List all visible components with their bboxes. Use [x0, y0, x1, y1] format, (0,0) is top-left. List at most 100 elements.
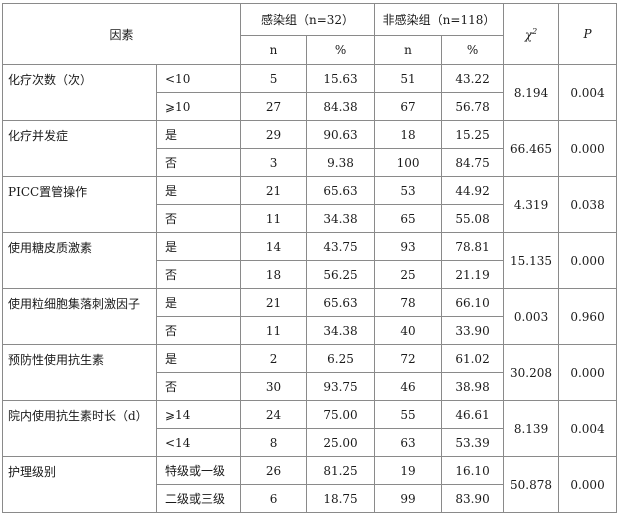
header-infected-n: n: [240, 35, 308, 65]
infected-pct-cell: 15.63: [306, 64, 376, 93]
infected-n-cell: 3: [240, 148, 308, 177]
uninfected-n-cell: 53: [374, 176, 443, 205]
infected-pct-cell: 9.38: [306, 148, 376, 177]
level-cell: 二级或三级: [155, 484, 242, 513]
header-uninfected-pct: %: [441, 35, 505, 65]
header-uninfected-group: 非感染组（n=118）: [374, 3, 505, 36]
uninfected-pct-cell: 53.39: [441, 428, 505, 457]
infected-n-cell: 30: [240, 372, 308, 401]
p-value-cell: 0.000: [558, 120, 618, 177]
factor-cell: PICC置管操作: [2, 176, 157, 233]
chi-superscript: 2: [532, 26, 538, 36]
infected-n-cell: 6: [240, 484, 308, 513]
table-row: 化疗并发症是 29 90.63 18 15.25 66.465 0.000: [2, 120, 618, 177]
level-cell: ⩾14: [155, 400, 242, 429]
uninfected-n-cell: 99: [374, 484, 443, 513]
chi-square-cell: 0.003: [503, 288, 560, 345]
infected-pct-cell: 34.38: [306, 204, 376, 233]
header-infected-pct: %: [306, 35, 376, 65]
header-infected-group: 感染组（n=32）: [240, 3, 376, 36]
infected-n-cell: 8: [240, 428, 308, 457]
table-row: 护理级别 特级或一级 26 81.25 19 16.10 50.878 0.000: [2, 456, 618, 513]
infected-pct-cell: 18.75: [306, 484, 376, 513]
header-chi-square: χ2: [503, 3, 560, 65]
uninfected-pct-cell: 16.10: [441, 456, 505, 485]
infected-pct-cell: 56.25: [306, 260, 376, 289]
uninfected-n-cell: 63: [374, 428, 443, 457]
uninfected-n-cell: 93: [374, 232, 443, 261]
infected-pct-cell: 75.00: [306, 400, 376, 429]
infected-n-cell: 24: [240, 400, 308, 429]
uninfected-pct-cell: 55.08: [441, 204, 505, 233]
level-cell: 是: [155, 176, 242, 205]
uninfected-pct-cell: 44.92: [441, 176, 505, 205]
infected-pct-cell: 25.00: [306, 428, 376, 457]
infected-pct-cell: 65.63: [306, 288, 376, 317]
uninfected-pct-cell: 84.75: [441, 148, 505, 177]
chi-square-cell: 8.139: [503, 400, 560, 457]
infected-n-cell: 21: [240, 288, 308, 317]
header-uninfected-n: n: [374, 35, 443, 65]
uninfected-pct-cell: 46.61: [441, 400, 505, 429]
infected-pct-cell: 84.38: [306, 92, 376, 121]
risk-factor-table: 因素 感染组（n=32） 非感染组（n=118） χ2 P n % n % 化疗…: [1, 3, 618, 513]
infected-n-cell: 27: [240, 92, 308, 121]
infected-pct-cell: 43.75: [306, 232, 376, 261]
chi-square-cell: 15.135: [503, 232, 560, 289]
uninfected-pct-cell: 43.22: [441, 64, 505, 93]
infected-n-cell: 2: [240, 344, 308, 373]
infected-n-cell: 26: [240, 456, 308, 485]
chi-square-cell: 8.194: [503, 64, 560, 121]
factor-cell: 预防性使用抗生素: [2, 344, 157, 401]
uninfected-n-cell: 18: [374, 120, 443, 149]
header-p-value: P: [558, 3, 618, 65]
infected-pct-cell: 6.25: [306, 344, 376, 373]
level-cell: <14: [155, 428, 242, 457]
chi-square-cell: 50.878: [503, 456, 560, 513]
uninfected-n-cell: 65: [374, 204, 443, 233]
chi-square-cell: 66.465: [503, 120, 560, 177]
uninfected-n-cell: 25: [374, 260, 443, 289]
table-row: 使用糖皮质激素是 14 43.75 93 78.81 15.135 0.000: [2, 232, 618, 289]
chi-square-cell: 30.208: [503, 344, 560, 401]
factor-cell: 化疗次数（次）: [2, 64, 157, 121]
p-value-cell: 0.000: [558, 232, 618, 289]
level-cell: 否: [155, 316, 242, 345]
table-row: 使用粒细胞集落刺激因子是 21 65.63 78 66.10 0.003 0.960: [2, 288, 618, 345]
uninfected-pct-cell: 66.10: [441, 288, 505, 317]
uninfected-n-cell: 40: [374, 316, 443, 345]
uninfected-n-cell: 78: [374, 288, 443, 317]
uninfected-pct-cell: 56.78: [441, 92, 505, 121]
level-cell: 是: [155, 120, 242, 149]
uninfected-n-cell: 100: [374, 148, 443, 177]
factor-cell: 使用糖皮质激素: [2, 232, 157, 289]
uninfected-n-cell: 51: [374, 64, 443, 93]
uninfected-pct-cell: 15.25: [441, 120, 505, 149]
infected-pct-cell: 90.63: [306, 120, 376, 149]
level-cell: 是: [155, 288, 242, 317]
factor-cell: 化疗并发症: [2, 120, 157, 177]
level-cell: ⩾10: [155, 92, 242, 121]
uninfected-n-cell: 67: [374, 92, 443, 121]
p-value-cell: 0.960: [558, 288, 618, 345]
level-cell: 否: [155, 204, 242, 233]
p-value-cell: 0.004: [558, 400, 618, 457]
level-cell: 否: [155, 372, 242, 401]
level-cell: <10: [155, 64, 242, 93]
factor-cell: 院内使用抗生素时长（d）: [2, 400, 157, 457]
level-cell: 是: [155, 232, 242, 261]
uninfected-n-cell: 46: [374, 372, 443, 401]
p-value-cell: 0.004: [558, 64, 618, 121]
level-cell: 否: [155, 260, 242, 289]
p-value-cell: 0.000: [558, 456, 618, 513]
uninfected-pct-cell: 21.19: [441, 260, 505, 289]
infected-n-cell: 14: [240, 232, 308, 261]
infected-pct-cell: 34.38: [306, 316, 376, 345]
table-row: 预防性使用抗生素是 2 6.25 72 61.02 30.208 0.000: [2, 344, 618, 401]
uninfected-pct-cell: 83.90: [441, 484, 505, 513]
infected-n-cell: 29: [240, 120, 308, 149]
uninfected-n-cell: 19: [374, 456, 443, 485]
table-body: 化疗次数（次） <10 5 15.63 51 43.22 8.194 0.004 ⩾10 27 84…: [2, 64, 618, 513]
uninfected-pct-cell: 78.81: [441, 232, 505, 261]
infected-n-cell: 18: [240, 260, 308, 289]
